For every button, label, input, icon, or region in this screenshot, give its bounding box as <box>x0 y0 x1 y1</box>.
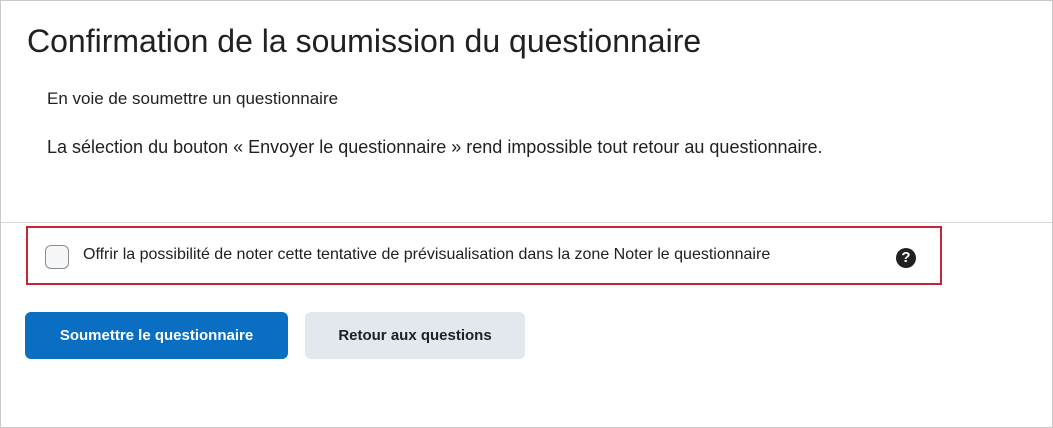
help-icon[interactable]: ? <box>896 248 916 268</box>
dialog-frame: Confirmation de la soumission du questio… <box>0 0 1053 428</box>
subtitle-text: En voie de soumettre un questionnaire <box>47 89 339 108</box>
grading-option-label[interactable]: Offrir la possibilité de noter cette ten… <box>83 246 770 264</box>
divider <box>1 222 1052 223</box>
submit-quiz-button[interactable]: Soumettre le questionnaire <box>25 312 288 359</box>
page-title: Confirmation de la soumission du questio… <box>27 23 702 59</box>
grading-option-checkbox[interactable] <box>45 245 69 269</box>
back-to-questions-button[interactable]: Retour aux questions <box>305 312 525 359</box>
warning-text: La sélection du bouton « Envoyer le ques… <box>47 137 823 157</box>
